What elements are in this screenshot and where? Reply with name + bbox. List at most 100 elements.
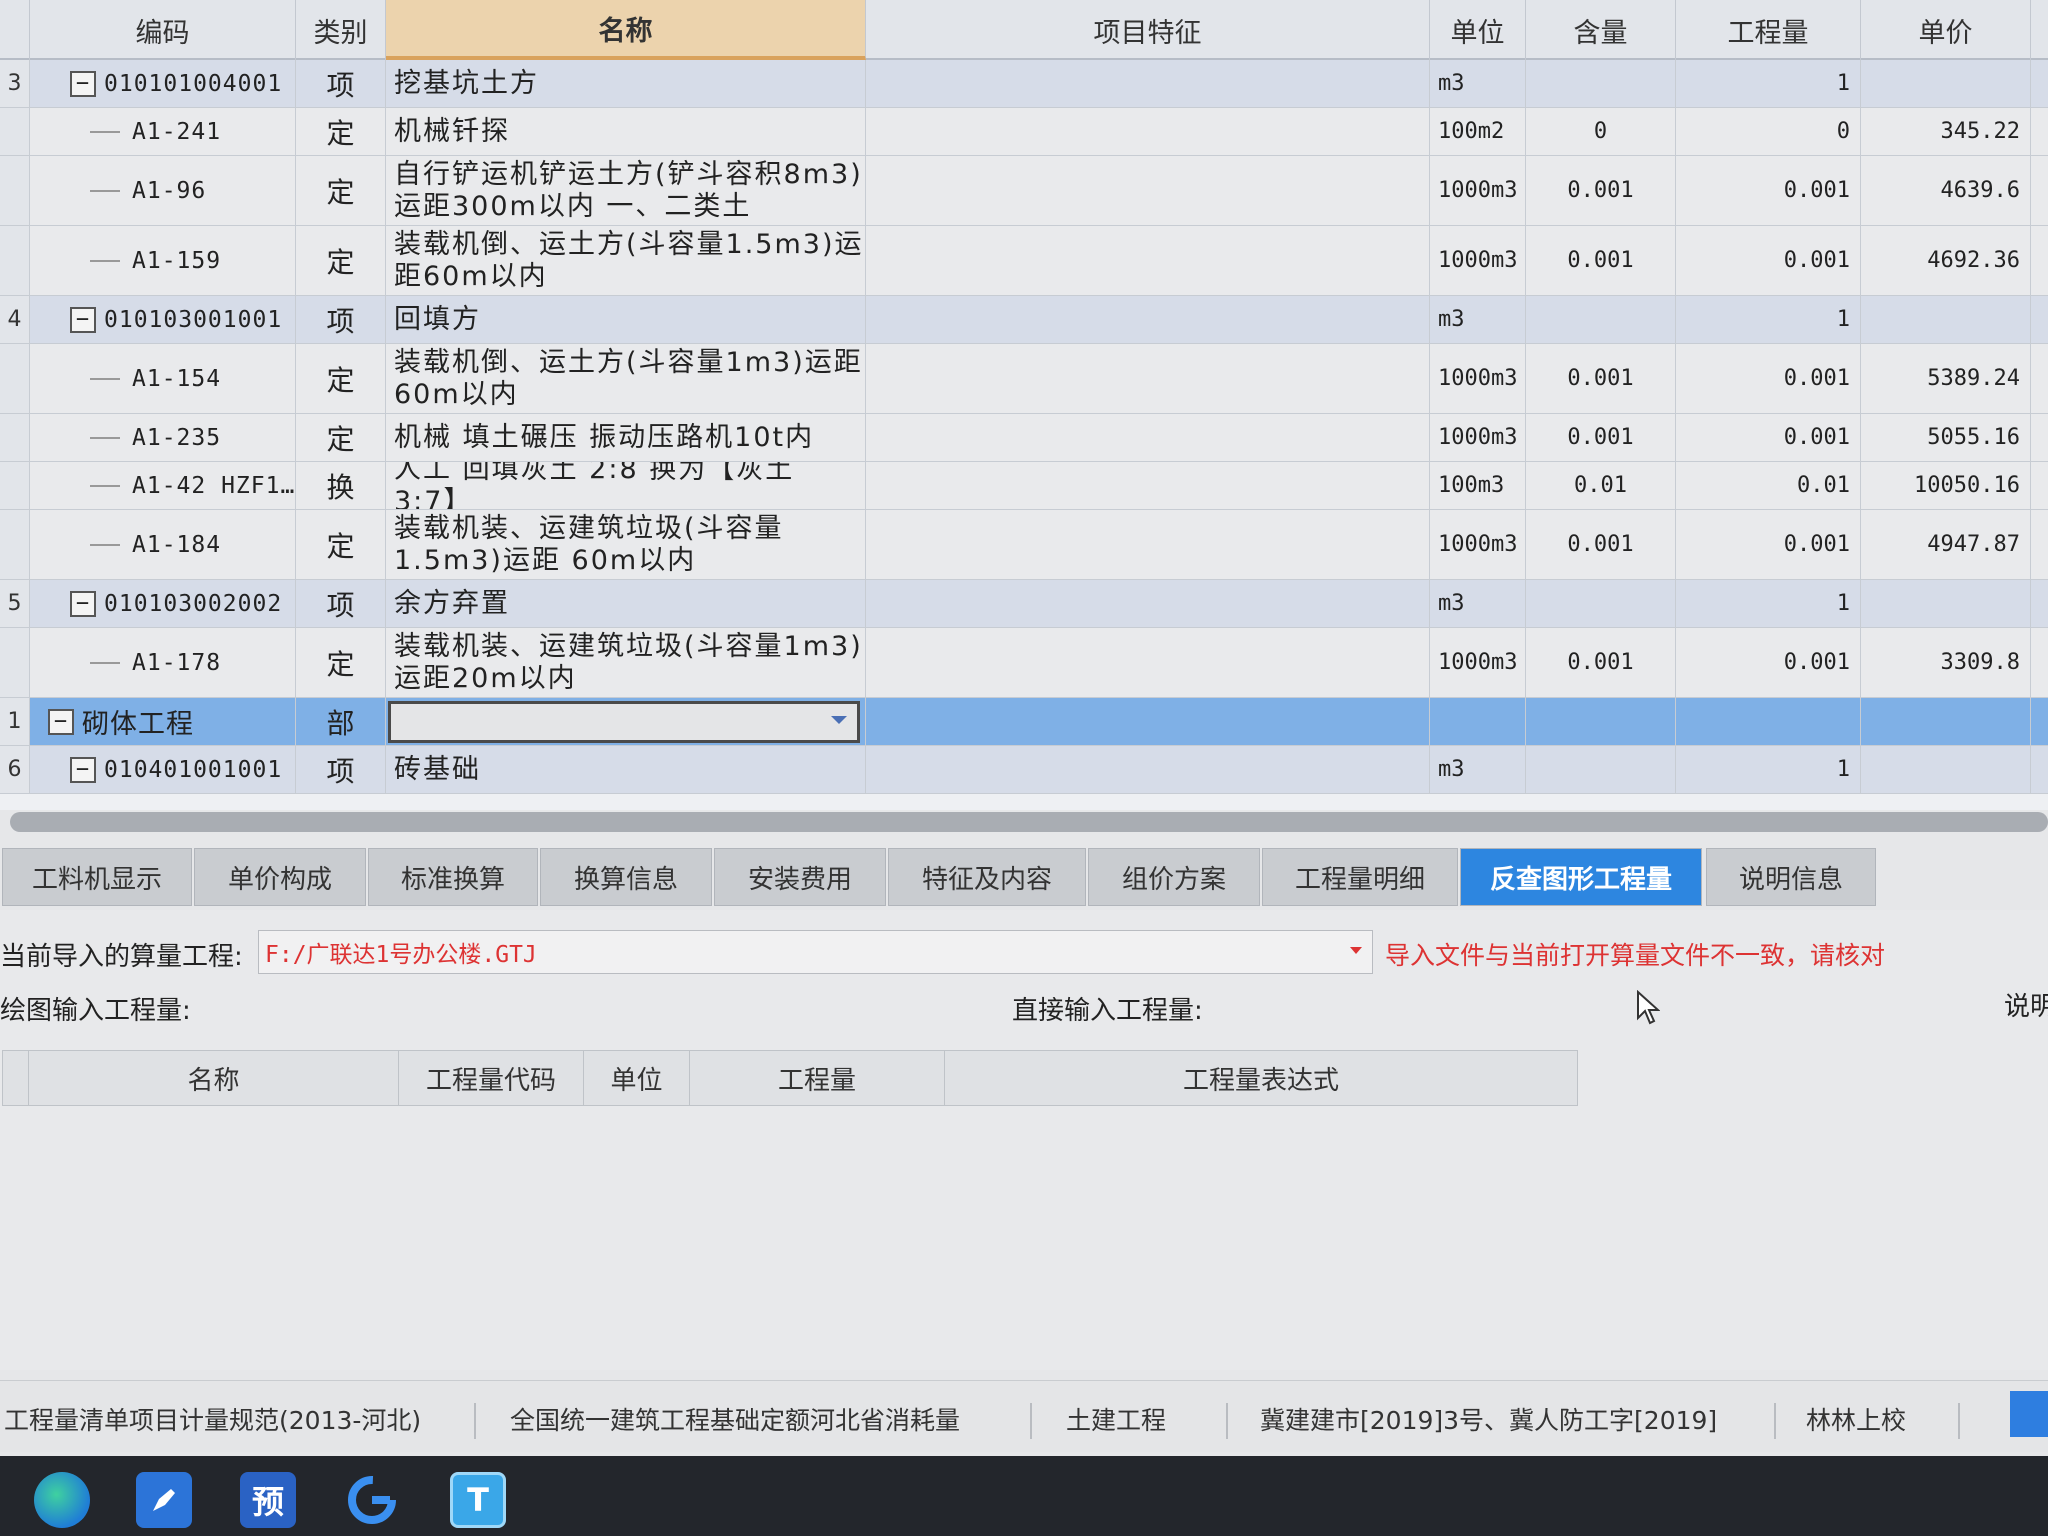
collapse-icon[interactable]: − (70, 756, 96, 783)
quota-row[interactable]: A1-154 定装载机倒、运土方(斗容量1m3)运距 60m以内 1000m3 0.0… (0, 344, 2048, 414)
header-type[interactable]: 类别 (296, 0, 386, 60)
content-cell[interactable] (1526, 746, 1676, 793)
name-cell[interactable]: 装载机倒、运土方(斗容量1m3)运距 60m以内 (386, 344, 866, 413)
collapse-icon[interactable]: − (70, 306, 96, 333)
code-cell[interactable]: A1-235 (30, 414, 296, 461)
price-cell[interactable] (1861, 580, 2031, 627)
collapse-icon[interactable]: − (70, 590, 96, 617)
content-cell[interactable]: 0.001 (1526, 628, 1676, 697)
quota-row[interactable]: A1-42 HZF1… 换人工 回填灰土 2:8 换为【灰土 3:7】 100m3 0… (0, 462, 2048, 510)
name-cell[interactable]: 砖基础 (386, 746, 866, 793)
content-cell[interactable]: 0.001 (1526, 344, 1676, 413)
feature-cell[interactable] (866, 698, 1430, 745)
code-cell[interactable]: A1-184 (30, 510, 296, 579)
code-cell[interactable]: −010401001001 (30, 746, 296, 793)
price-cell[interactable] (1861, 698, 2031, 745)
type-cell[interactable]: 定 (296, 344, 386, 413)
price-cell[interactable] (1861, 60, 2031, 107)
feature-cell[interactable] (866, 628, 1430, 697)
tab-1[interactable]: 工料机显示 (2, 848, 192, 906)
name-dropdown[interactable] (388, 701, 860, 743)
quantity-cell[interactable]: 0.001 (1676, 414, 1861, 461)
quota-row[interactable]: A1-159 定装载机倒、运土方(斗容量1.5m3)运距60m以内 1000m3 0.… (0, 226, 2048, 296)
price-cell[interactable]: 4692.36 (1861, 226, 2031, 295)
price-cell[interactable] (1861, 746, 2031, 793)
bill-item-row[interactable]: 5−010103002002 项余方弃置 m3 1 (0, 580, 2048, 628)
quota-row[interactable]: A1-241 定机械钎探 100m2 0 0 345.22 (0, 108, 2048, 156)
content-cell[interactable] (1526, 698, 1676, 745)
unit-cell[interactable]: m3 (1430, 580, 1526, 627)
content-cell[interactable] (1526, 580, 1676, 627)
name-cell[interactable]: 余方弃置 (386, 580, 866, 627)
tab-7[interactable]: 组价方案 (1088, 848, 1260, 906)
code-cell[interactable]: A1-159 (30, 226, 296, 295)
quantity-cell[interactable]: 0.001 (1676, 344, 1861, 413)
unit-cell[interactable]: 1000m3 (1430, 414, 1526, 461)
type-cell[interactable]: 定 (296, 108, 386, 155)
type-cell[interactable]: 项 (296, 746, 386, 793)
header-quantity[interactable]: 工程量 (1676, 0, 1861, 60)
code-cell[interactable]: A1-178 (30, 628, 296, 697)
sub-header-code[interactable]: 工程量代码 (399, 1051, 584, 1105)
feature-cell[interactable] (866, 580, 1430, 627)
unit-cell[interactable]: m3 (1430, 60, 1526, 107)
header-unit[interactable]: 单位 (1430, 0, 1526, 60)
unit-cell[interactable]: m3 (1430, 746, 1526, 793)
name-cell[interactable]: 装载机倒、运土方(斗容量1.5m3)运距60m以内 (386, 226, 866, 295)
bill-item-row[interactable]: 6−010401001001 项砖基础 m3 1 (0, 746, 2048, 794)
header-name[interactable]: 名称 (386, 0, 866, 60)
type-cell[interactable]: 定 (296, 226, 386, 295)
type-cell[interactable]: 定 (296, 414, 386, 461)
name-cell[interactable]: 机械钎探 (386, 108, 866, 155)
dropdown-arrow-icon[interactable] (1350, 947, 1362, 954)
unit-cell[interactable]: 1000m3 (1430, 628, 1526, 697)
tab-10[interactable]: 说明信息 (1706, 848, 1876, 906)
quantity-cell[interactable]: 1 (1676, 580, 1861, 627)
header-content[interactable]: 含量 (1526, 0, 1676, 60)
code-cell[interactable]: A1-42 HZF1… (30, 462, 296, 509)
status-indicator[interactable] (2010, 1391, 2048, 1437)
quota-row[interactable]: A1-184 定装载机装、运建筑垃圾(斗容量1.5m3)运距 60m以内 1000m… (0, 510, 2048, 580)
type-cell[interactable]: 项 (296, 580, 386, 627)
price-cell[interactable]: 5055.16 (1861, 414, 2031, 461)
header-price[interactable]: 单价 (1861, 0, 2031, 60)
price-cell[interactable]: 5389.24 (1861, 344, 2031, 413)
quantity-cell[interactable]: 0.001 (1676, 628, 1861, 697)
code-cell[interactable]: − 砌体工程 (30, 698, 296, 745)
type-cell[interactable]: 定 (296, 510, 386, 579)
feature-cell[interactable] (866, 414, 1430, 461)
price-cell[interactable]: 4947.87 (1861, 510, 2031, 579)
unit-cell[interactable]: 1000m3 (1430, 344, 1526, 413)
tab-4[interactable]: 换算信息 (540, 848, 712, 906)
content-cell[interactable]: 0 (1526, 108, 1676, 155)
name-cell[interactable] (386, 698, 866, 745)
budget-app-icon[interactable]: 预 (240, 1472, 296, 1528)
sub-header-name[interactable]: 名称 (29, 1051, 399, 1105)
unit-cell[interactable]: 1000m3 (1430, 510, 1526, 579)
feature-cell[interactable] (866, 60, 1430, 107)
tab-2[interactable]: 单价构成 (194, 848, 366, 906)
code-cell[interactable]: A1-241 (30, 108, 296, 155)
tab-3[interactable]: 标准换算 (368, 848, 538, 906)
quantity-cell[interactable]: 0.001 (1676, 156, 1861, 225)
content-cell[interactable] (1526, 296, 1676, 343)
tab-6[interactable]: 特征及内容 (888, 848, 1086, 906)
feature-cell[interactable] (866, 296, 1430, 343)
code-cell[interactable]: −010101004001 (30, 60, 296, 107)
quantity-cell[interactable]: 1 (1676, 746, 1861, 793)
name-cell[interactable]: 自行铲运机铲运土方(铲斗容积8m3) 运距300m以内 一、二类土 (386, 156, 866, 225)
bill-item-row[interactable]: 3−010101004001 项挖基坑土方 m3 1 (0, 60, 2048, 108)
price-cell[interactable]: 345.22 (1861, 108, 2031, 155)
unit-cell[interactable] (1430, 698, 1526, 745)
import-file-select[interactable]: F:/广联达1号办公楼.GTJ (258, 930, 1373, 974)
quota-row[interactable]: A1-178 定装载机装、运建筑垃圾(斗容量1m3)运距20m以内 1000m3 0.… (0, 628, 2048, 698)
unit-cell[interactable]: 100m3 (1430, 462, 1526, 509)
unit-cell[interactable]: 100m2 (1430, 108, 1526, 155)
collapse-icon[interactable]: − (70, 70, 96, 97)
price-cell[interactable] (1861, 296, 2031, 343)
code-cell[interactable]: A1-96 (30, 156, 296, 225)
price-cell[interactable]: 4639.6 (1861, 156, 2031, 225)
horizontal-scrollbar[interactable] (10, 812, 2048, 832)
name-cell[interactable]: 机械 填土碾压 振动压路机10t内 (386, 414, 866, 461)
unit-cell[interactable]: 1000m3 (1430, 156, 1526, 225)
